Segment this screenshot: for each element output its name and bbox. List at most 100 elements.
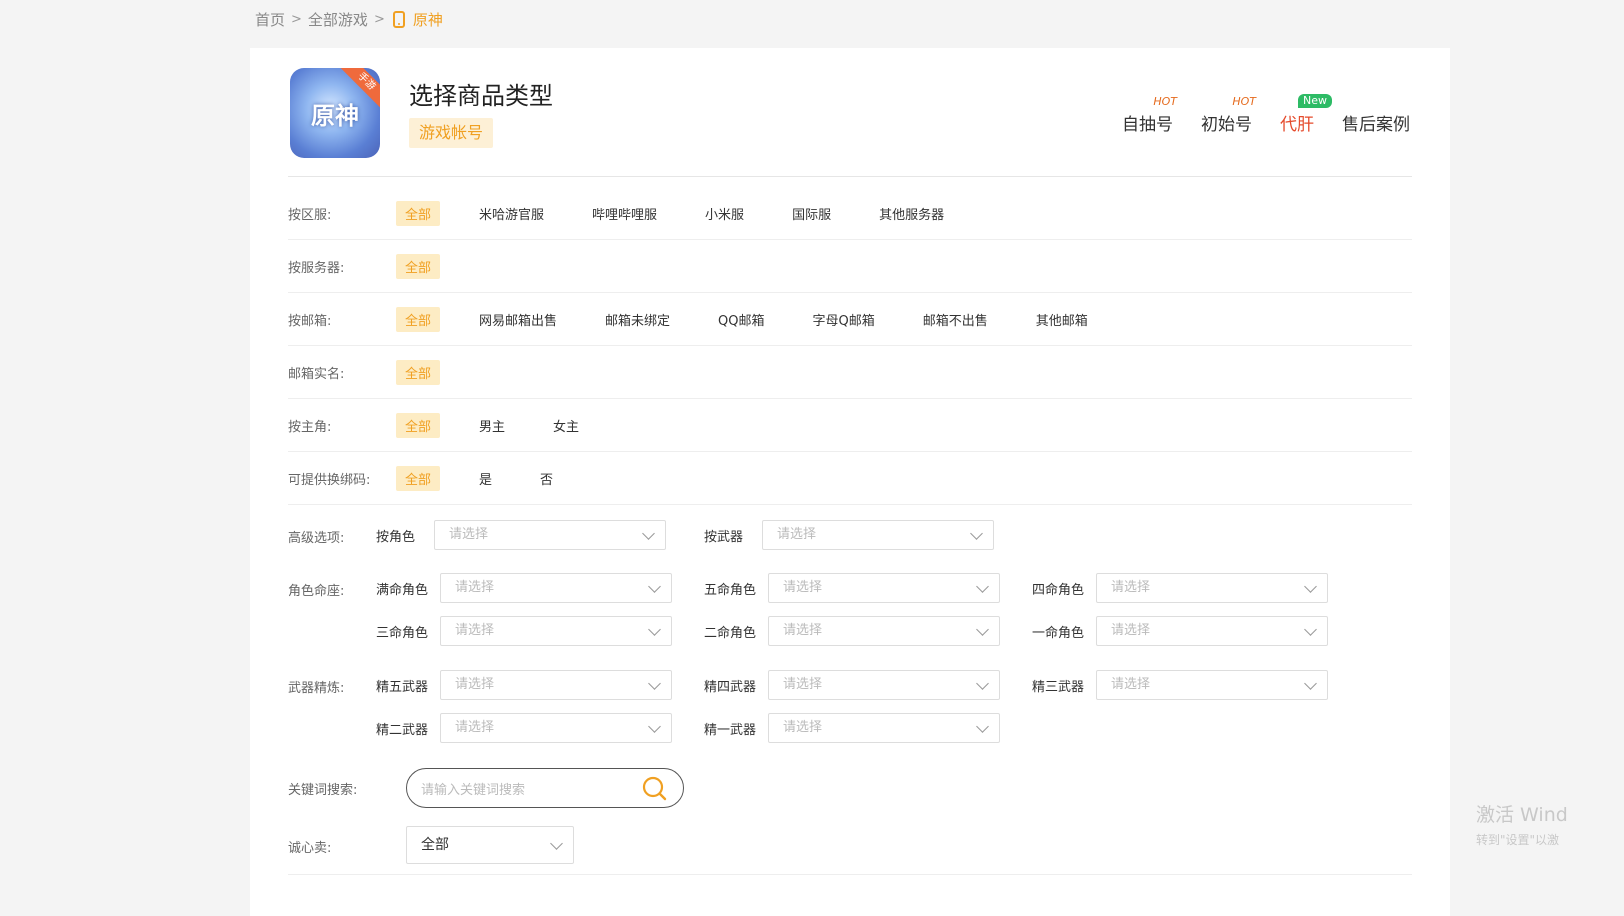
constellation-select[interactable]: 请选择 [1096, 616, 1328, 646]
link-self-draw[interactable]: 自抽号 HOT [1122, 95, 1177, 135]
chevron-down-icon [1304, 677, 1317, 690]
page-title: 选择商品类型 [409, 82, 553, 110]
select-placeholder: 请选择 [783, 580, 823, 595]
select-placeholder: 请选择 [777, 527, 817, 542]
constellation-select-group: 二命角色 请选择 [704, 616, 1000, 646]
select-placeholder: 请选择 [783, 720, 823, 735]
filter-option[interactable]: 其他邮箱 [1027, 307, 1097, 332]
chevron-down-icon [648, 623, 661, 636]
breadcrumb-home[interactable]: 首页 [255, 9, 285, 30]
filter-option[interactable]: 其他服务器 [870, 201, 953, 226]
breadcrumb: 首页 > 全部游戏 > 原神 [255, 9, 443, 30]
refinement-select[interactable]: 请选择 [440, 670, 672, 700]
refinement-field-label: 精五武器 [376, 679, 429, 695]
product-type-tag[interactable]: 游戏帐号 [409, 118, 494, 148]
link-label: 自抽号 [1122, 115, 1173, 135]
divider [288, 874, 1412, 875]
link-starter[interactable]: 初始号 HOT [1201, 95, 1256, 135]
breadcrumb-separator-icon: > [373, 12, 385, 27]
filter-option[interactable]: 邮箱不出售 [914, 307, 997, 332]
link-label: 初始号 [1201, 115, 1252, 135]
chevron-down-icon [648, 580, 661, 593]
select-placeholder: 请选择 [1111, 623, 1151, 638]
filter-row-protagonist: 按主角: 全部 男主 女主 [288, 399, 1412, 452]
breadcrumb-separator-icon: > [291, 12, 302, 27]
breadcrumb-all-games[interactable]: 全部游戏 [308, 9, 368, 30]
select-placeholder: 请选择 [455, 580, 495, 595]
filter-option[interactable]: 国际服 [783, 201, 840, 226]
refinement-select[interactable]: 请选择 [1096, 670, 1328, 700]
keyword-label: 关键词搜索: [288, 783, 358, 798]
filter-option[interactable]: 全部 [396, 412, 441, 438]
weapon-select[interactable]: 请选择 [762, 520, 994, 550]
filter-option[interactable]: 米哈游官服 [470, 201, 553, 226]
constellation-select-group: 五命角色 请选择 [704, 573, 1000, 603]
link-after-sales[interactable]: 售后案例 [1342, 110, 1410, 135]
chevron-down-icon [1304, 580, 1317, 593]
filter-option[interactable]: 全部 [396, 359, 441, 385]
select-placeholder: 请选择 [455, 677, 495, 692]
select-placeholder: 请选择 [449, 527, 489, 542]
filter-label: 按服务器: [288, 260, 345, 276]
constellation-field-label: 二命角色 [704, 625, 757, 641]
weapon-select-group: 按武器 请选择 [704, 520, 994, 550]
constellation-select-group: 四命角色 请选择 [1032, 573, 1328, 603]
hot-badge: HOT [1232, 95, 1256, 108]
filter-option[interactable]: 哔哩哔哩服 [583, 201, 666, 226]
weapon-select-label: 按武器 [704, 529, 744, 545]
constellation-field-label: 一命角色 [1032, 625, 1085, 641]
select-placeholder: 请选择 [783, 677, 823, 692]
chevron-down-icon [648, 720, 661, 733]
filter-option[interactable]: 全部 [396, 465, 441, 491]
refinement-select-group: 精一武器 请选择 [704, 713, 1000, 743]
mobile-phone-icon [392, 11, 405, 28]
constellation-select[interactable]: 请选择 [768, 573, 1000, 603]
filter-row-server: 按服务器: 全部 [288, 240, 1412, 293]
refinement-select-group: 精二武器 请选择 [376, 713, 672, 743]
select-placeholder: 请选择 [1111, 677, 1151, 692]
filter-option[interactable]: 是 [470, 466, 501, 491]
link-boosting[interactable]: 代肝 New [1280, 94, 1332, 135]
filter-row-region: 按区服: 全部 米哈游官服 哔哩哔哩服 小米服 国际服 其他服务器 [288, 187, 1412, 240]
filter-option[interactable]: 网易邮箱出售 [470, 307, 566, 332]
filter-option[interactable]: 小米服 [696, 201, 753, 226]
filter-option[interactable]: 全部 [396, 200, 441, 226]
select-placeholder: 请选择 [1111, 580, 1151, 595]
search-icon[interactable] [641, 775, 667, 801]
filter-option[interactable]: 女主 [544, 413, 588, 438]
role-select[interactable]: 请选择 [434, 520, 666, 550]
constellation-select[interactable]: 请选择 [440, 616, 672, 646]
constellation-select[interactable]: 请选择 [768, 616, 1000, 646]
refinement-label: 武器精炼: [288, 681, 345, 696]
filter-option[interactable]: 全部 [396, 306, 441, 332]
refinement-select[interactable]: 请选择 [768, 670, 1000, 700]
refinement-field-label: 精三武器 [1032, 679, 1085, 695]
refinement-select[interactable]: 请选择 [768, 713, 1000, 743]
game-logo: 原神 手游 [290, 68, 380, 158]
select-placeholder: 请选择 [783, 623, 823, 638]
filter-option[interactable]: QQ邮箱 [709, 307, 773, 332]
filter-option[interactable]: 男主 [470, 413, 514, 438]
refinement-field-label: 精一武器 [704, 722, 757, 738]
filter-label: 按主角: [288, 419, 332, 435]
constellation-select[interactable]: 请选择 [1096, 573, 1328, 603]
refinement-select[interactable]: 请选择 [440, 713, 672, 743]
chevron-down-icon [642, 527, 655, 540]
game-logo-text: 原神 [311, 100, 359, 130]
constellation-select[interactable]: 请选择 [440, 573, 672, 603]
honest-sell-select[interactable]: 全部 [406, 826, 574, 864]
filter-option[interactable]: 否 [531, 466, 562, 491]
chevron-down-icon [976, 720, 989, 733]
constellation-field-label: 四命角色 [1032, 582, 1085, 598]
divider [288, 176, 1412, 177]
filter-label: 按邮箱: [288, 313, 332, 329]
constellation-field-label: 五命角色 [704, 582, 757, 598]
filter-option[interactable]: 邮箱未绑定 [596, 307, 679, 332]
keyword-search-input[interactable]: 请输入关键词搜索 [406, 768, 684, 808]
constellation-select-group: 三命角色 请选择 [376, 616, 672, 646]
role-select-group: 按角色 请选择 [376, 520, 666, 550]
filter-option[interactable]: 字母Q邮箱 [804, 307, 884, 332]
filter-option[interactable]: 全部 [396, 253, 441, 279]
select-placeholder: 请选择 [455, 720, 495, 735]
constellation-field-label: 三命角色 [376, 625, 429, 641]
